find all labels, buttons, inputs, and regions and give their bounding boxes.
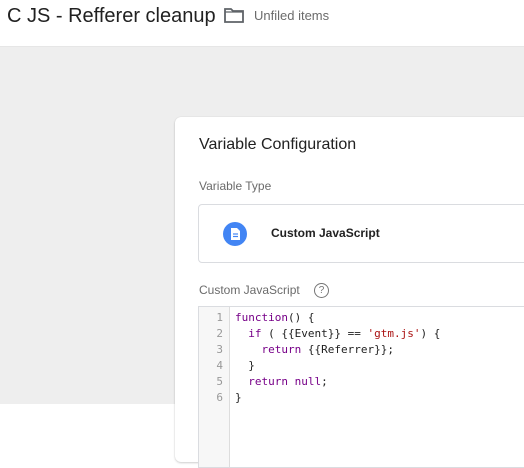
help-icon[interactable]: ?: [314, 283, 329, 298]
code-token: () {: [287, 311, 315, 324]
folder-label[interactable]: Unfiled items: [254, 8, 329, 23]
header-bar: C JS - Refferer cleanup Unfiled items: [0, 0, 524, 47]
code-token: }: [235, 359, 255, 372]
code-text: return {{Referrer}};: [235, 342, 394, 358]
code-text: }: [235, 358, 255, 374]
code-token: return: [261, 343, 302, 356]
code-editor[interactable]: 1 function() { 2 if ( {{Event}} == 'gtm.js…: [198, 306, 524, 468]
line-number: 3: [216, 343, 223, 356]
variable-type-selector[interactable]: Custom JavaScript: [198, 204, 524, 263]
code-token: if: [248, 327, 262, 340]
code-text: function() {: [235, 310, 314, 326]
code-token: function: [235, 311, 288, 324]
code-text: if ( {{Event}} == 'gtm.js') {: [235, 326, 440, 342]
line-number: 5: [216, 375, 223, 388]
variable-type-value: Custom JavaScript: [271, 226, 380, 240]
line-number: 1: [216, 311, 223, 324]
code-token: ( {{Event}} ==: [261, 327, 368, 340]
folder-icon[interactable]: [224, 7, 244, 23]
document-icon: [223, 222, 247, 246]
code-token: ) {: [420, 327, 441, 340]
custom-javascript-label: Custom JavaScript: [199, 283, 300, 297]
editor-canvas: Variable Configuration Variable Type Cus…: [0, 47, 524, 468]
line-number: 4: [216, 359, 223, 372]
card-title: Variable Configuration: [199, 136, 357, 153]
code-token: }: [235, 391, 242, 404]
variable-type-label: Variable Type: [199, 179, 272, 193]
code-text: return null;: [235, 374, 328, 390]
line-number: 2: [216, 327, 223, 340]
variable-title[interactable]: C JS - Refferer cleanup: [7, 5, 216, 28]
code-token: return: [248, 375, 288, 388]
code-token: null: [294, 375, 322, 388]
code-token: {{Referrer}};: [301, 343, 394, 356]
code-token: ;: [321, 375, 328, 388]
variable-configuration-card[interactable]: Variable Configuration Variable Type Cus…: [175, 117, 524, 468]
code-token: 'gtm.js': [367, 327, 421, 340]
